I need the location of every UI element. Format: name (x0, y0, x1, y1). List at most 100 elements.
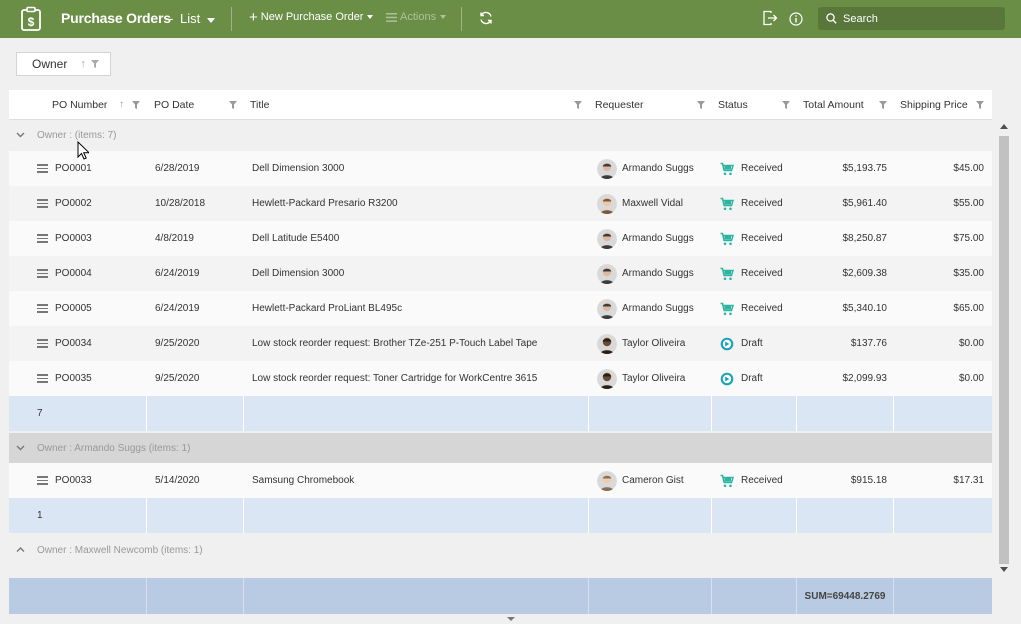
toolbar-divider (231, 7, 232, 31)
grid-total-footer: SUM=69448.2769 (9, 578, 992, 614)
po-number: PO0003 (55, 233, 92, 244)
search-icon (826, 13, 837, 24)
chevron-down-icon[interactable] (16, 443, 25, 452)
group-row[interactable]: Owner : Armando Suggs (items: 1) (9, 433, 992, 463)
status-badge: Received (741, 163, 783, 174)
chevron-down-icon[interactable] (507, 617, 515, 621)
requester-name: Maxwell Vidal (622, 198, 683, 209)
filter-icon[interactable] (90, 60, 99, 68)
sign-out-icon[interactable] (762, 10, 778, 26)
status-cell: Received (720, 221, 800, 256)
requester-cell: Armando Suggs (597, 151, 712, 186)
total-amount: $2,609.38 (842, 268, 888, 279)
drag-handle-icon[interactable] (37, 199, 48, 208)
total-amount: $8,250.87 (842, 233, 888, 244)
column-title: Total Amount (803, 99, 864, 111)
drag-handle-icon[interactable] (37, 476, 48, 485)
status-cell: Draft (720, 326, 800, 361)
chevron-down-icon (367, 15, 374, 19)
scrollbar-thumb[interactable] (999, 136, 1009, 564)
drag-handle-icon[interactable] (37, 304, 48, 313)
po-number: PO0035 (55, 373, 92, 384)
shipping-price: $35.00 (953, 268, 984, 279)
vertical-scrollbar[interactable] (996, 120, 1012, 578)
table-row[interactable]: PO0002 10/28/2018 Hewlett-Packard Presario… (9, 186, 992, 221)
avatar (597, 333, 617, 354)
avatar (597, 158, 617, 179)
group-chip-label: Owner (32, 57, 68, 71)
drag-handle-icon[interactable] (37, 234, 48, 243)
status-badge: Received (741, 233, 783, 244)
total-amount: $5,193.75 (842, 163, 888, 174)
table-row[interactable]: PO0001 6/28/2019 Dell Dimension 3000 Armand… (9, 151, 992, 186)
po-title: Hewlett-Packard Presario R3200 (252, 198, 398, 209)
shipping-price: $65.00 (953, 303, 984, 314)
scroll-down-arrow-icon[interactable] (1000, 567, 1008, 572)
group-count: 1 (9, 498, 147, 533)
chevron-down-icon[interactable] (207, 18, 215, 23)
status-cell: Received (720, 151, 800, 186)
filter-icon[interactable] (976, 101, 984, 109)
filter-icon[interactable] (879, 101, 887, 109)
drag-handle-icon[interactable] (37, 269, 48, 278)
group-row[interactable]: Owner : (items: 7) (9, 120, 992, 150)
chevron-down-icon (440, 15, 447, 19)
total-amount: $5,340.10 (842, 303, 888, 314)
po-title: Dell Dimension 3000 (252, 163, 345, 174)
mouse-cursor-icon (77, 141, 89, 160)
view-selector[interactable]: List (180, 11, 200, 26)
total-amount: $2,099.93 (842, 373, 888, 384)
sort-ascending-icon[interactable]: ↑ (119, 99, 124, 110)
info-icon[interactable] (789, 12, 803, 26)
scroll-up-arrow-icon[interactable] (1000, 124, 1008, 129)
column-header-title[interactable]: Title (250, 90, 269, 120)
sort-ascending-icon[interactable]: ↑ (80, 58, 86, 70)
table-row[interactable]: PO0033 5/14/2020 Samsung Chromebook Cameron… (9, 463, 992, 498)
status-badge: Received (741, 303, 783, 314)
po-number: PO0005 (55, 303, 92, 314)
filter-icon[interactable] (782, 101, 790, 109)
group-label: Owner : Armando Suggs (items: 1) (37, 442, 191, 454)
filter-icon[interactable] (697, 101, 705, 109)
status-badge: Draft (741, 338, 763, 349)
group-by-chip-owner[interactable]: Owner ↑ (16, 52, 111, 76)
column-header-status[interactable]: Status (718, 90, 748, 120)
drag-handle-icon[interactable] (37, 374, 48, 383)
table-row[interactable]: PO0034 9/25/2020 Low stock reorder request… (9, 326, 992, 361)
refresh-icon[interactable] (478, 10, 494, 26)
shopping-cart-icon (720, 302, 734, 315)
column-header-requester[interactable]: Requester (595, 90, 643, 120)
summary-cell (244, 498, 589, 533)
po-title: Hewlett-Packard ProLiant BL495c (252, 303, 403, 314)
table-row[interactable]: PO0005 6/24/2019 Hewlett-Packard ProLiant … (9, 291, 992, 326)
column-header-shipping-price[interactable]: Shipping Price (900, 90, 968, 120)
avatar (597, 228, 617, 249)
summary-cell (589, 498, 712, 533)
shopping-cart-icon (720, 232, 734, 245)
requester-cell: Armando Suggs (597, 221, 712, 256)
actions-button[interactable]: Actions (386, 11, 447, 23)
new-purchase-order-button[interactable]: + New Purchase Order (249, 10, 374, 25)
column-header-po-number[interactable]: PO Number (52, 90, 107, 120)
search-input[interactable] (843, 12, 993, 25)
group-row[interactable]: Owner : Maxwell Newcomb (items: 1) (9, 535, 992, 565)
status-cell: Received (720, 291, 800, 326)
drag-handle-icon[interactable] (37, 164, 48, 173)
chevron-up-icon[interactable] (16, 545, 25, 554)
table-row[interactable]: PO0003 4/8/2019 Dell Latitude E5400 Armando… (9, 221, 992, 256)
total-amount: $137.76 (850, 338, 887, 349)
filter-icon[interactable] (229, 101, 237, 109)
filter-icon[interactable] (574, 101, 582, 109)
column-title: Shipping Price (900, 99, 968, 111)
column-header-po-date[interactable]: PO Date (154, 90, 194, 120)
status-cell: Draft (720, 361, 800, 396)
sum-total: SUM=69448.2769 (797, 578, 894, 614)
table-row[interactable]: PO0004 6/24/2019 Dell Dimension 3000 Armand… (9, 256, 992, 291)
drag-handle-icon[interactable] (37, 339, 48, 348)
column-header-total-amount[interactable]: Total Amount (803, 90, 864, 120)
table-row[interactable]: PO0035 9/25/2020 Low stock reorder request… (9, 361, 992, 396)
chevron-down-icon[interactable] (16, 130, 25, 139)
filter-icon[interactable] (132, 101, 140, 109)
search-box[interactable] (818, 7, 1005, 30)
po-number: PO0004 (55, 268, 92, 279)
